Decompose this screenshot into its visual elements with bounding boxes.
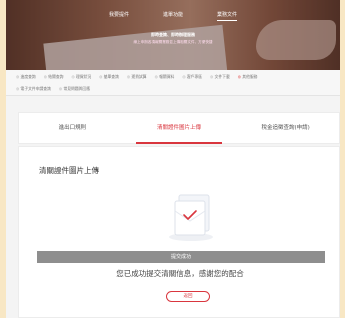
top-nav: 我要提件 進單功能 業務文件	[6, 11, 340, 21]
hero-title: 即時查詢、即時辦理服務	[151, 32, 195, 37]
tab-bar: 進出口規則 清關證件圖片上傳 稅金追徵查詢(申請)	[18, 112, 340, 144]
nav-item-submit[interactable]: 我要提件	[109, 11, 129, 21]
document-check-icon	[169, 194, 213, 241]
services-strip: 進度查詢 結關查詢 理貨狀況 艙單查詢 運費試算 報關資料 客戶專區 文件下載 …	[6, 70, 340, 96]
service-item[interactable]: 結關查詢	[44, 74, 63, 80]
service-item[interactable]: 理貨狀況	[71, 74, 91, 80]
service-item[interactable]: 客戶專區	[182, 74, 202, 80]
service-item[interactable]: 其他服務	[238, 74, 257, 80]
app-frame: 我要提件 進單功能 業務文件 即時查詢、即時辦理服務 線上申辦各項報關業務並上傳…	[6, 0, 340, 318]
success-message: 您已成功提交清關信息，感謝您的配合	[116, 269, 244, 278]
service-item[interactable]: 報關資料	[155, 74, 174, 80]
service-item[interactable]: 運費試算	[127, 74, 146, 80]
tab-clearance-upload[interactable]: 清關證件圖片上傳	[126, 113, 233, 144]
nav-item-functions[interactable]: 進單功能	[163, 11, 183, 21]
service-item[interactable]: 艙單查詢	[99, 74, 119, 80]
section-title: 清關證件圖片上傳	[39, 166, 99, 175]
hero-banner: 我要提件 進單功能 業務文件 即時查詢、即時辦理服務 線上申辦各項報關業務並上傳…	[6, 0, 340, 70]
back-button[interactable]: 返回	[166, 291, 210, 302]
hero-subtitle: 線上申辦各項報關業務並上傳相關文件，方便快捷	[133, 40, 213, 44]
upload-result-card: 清關證件圖片上傳 提交成功 您已成功提交清關信息，感謝您的配合 返回	[18, 146, 340, 318]
tab-tax-inquiry[interactable]: 稅金追徵查詢(申請)	[232, 113, 339, 143]
nav-item-documents[interactable]: 業務文件	[217, 11, 238, 21]
service-item[interactable]: 常見問題與回應	[59, 86, 90, 92]
service-item[interactable]: 電子文件申請查詢	[16, 86, 51, 92]
success-status-bar: 提交成功	[37, 251, 325, 263]
service-item[interactable]: 進度查詢	[16, 74, 36, 80]
service-item[interactable]: 文件下載	[210, 74, 230, 80]
services-row-1: 進度查詢 結關查詢 理貨狀況 艙單查詢 運費試算 報關資料 客戶專區 文件下載 …	[16, 74, 330, 80]
services-row-2: 電子文件申請查詢 常見問題與回應	[16, 86, 330, 92]
tab-import-export-rules[interactable]: 進出口規則	[19, 113, 126, 143]
